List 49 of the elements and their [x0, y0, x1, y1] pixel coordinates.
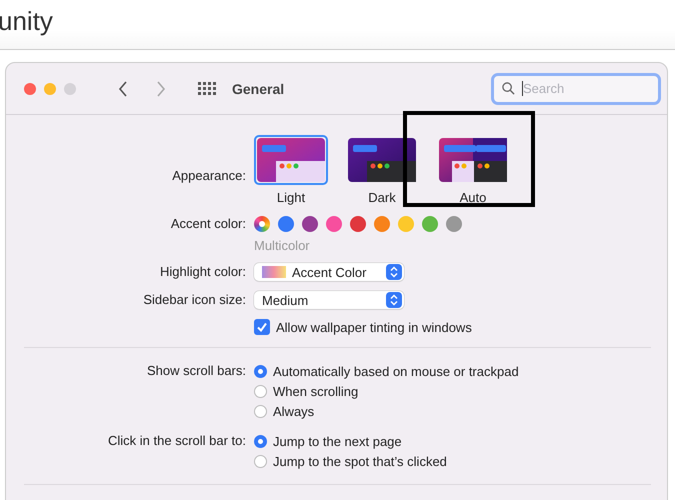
search-icon	[502, 82, 515, 95]
highlight-color-popup[interactable]: Accent Color	[254, 263, 404, 281]
highlight-color-label: Highlight color:	[159, 263, 247, 281]
radio-label: Jump to the next page	[273, 434, 402, 448]
accent-color-label: Accent color:	[170, 215, 247, 233]
stepper-icon	[386, 292, 402, 308]
radio-label: Automatically based on mouse or trackpad	[273, 364, 519, 378]
checkbox[interactable]	[254, 319, 270, 335]
accent-swatch[interactable]	[422, 216, 438, 232]
checkbox-label: Allow wallpaper tinting in windows	[276, 320, 472, 334]
radio-group-label: Show scroll bars:	[146, 362, 247, 380]
accent-swatch[interactable]	[398, 216, 414, 232]
accent-swatch[interactable]	[302, 216, 318, 232]
theme-label: Light	[276, 190, 306, 205]
accent-swatch[interactable]	[278, 216, 294, 232]
accent-swatch[interactable]	[326, 216, 342, 232]
radio-label: Jump to the spot that’s clicked	[273, 454, 447, 468]
radio-label: Always	[273, 404, 314, 418]
popup-value: Accent Color	[292, 264, 366, 280]
theme-label: Auto	[460, 190, 486, 205]
radio-group-label: Click in the scroll bar to:	[107, 432, 247, 450]
window-title: General	[232, 80, 284, 96]
popup-value: Medium	[262, 292, 308, 308]
theme-preview[interactable]	[436, 135, 510, 185]
grid-icon[interactable]	[198, 82, 216, 96]
radio-button[interactable]	[254, 454, 267, 468]
appearance-label: Appearance:	[171, 167, 247, 185]
search-input[interactable]: Search	[523, 81, 633, 96]
radio-button[interactable]	[254, 434, 267, 448]
accent-swatch[interactable]	[374, 216, 390, 232]
page-heading: unity	[0, 6, 53, 37]
sidebar-icon-size-popup[interactable]: Medium	[254, 291, 404, 309]
radio-label: When scrolling	[273, 384, 358, 398]
accent-swatch[interactable]	[446, 216, 462, 232]
stepper-icon	[386, 264, 402, 280]
search-field[interactable]: Search	[491, 72, 661, 104]
close-button[interactable]	[24, 82, 36, 94]
highlight-swatch-icon	[262, 266, 286, 278]
radio-button[interactable]	[254, 404, 267, 418]
radio-button[interactable]	[254, 384, 267, 398]
sidebar-icon-size-label: Sidebar icon size:	[142, 291, 247, 309]
back-icon[interactable]	[118, 80, 128, 96]
accent-swatch[interactable]	[254, 216, 270, 232]
theme-label: Dark	[368, 190, 396, 205]
accent-caption: Multicolor	[254, 238, 311, 253]
accent-swatch[interactable]	[350, 216, 366, 232]
theme-preview[interactable]	[345, 135, 419, 185]
forward-icon[interactable]	[156, 80, 166, 96]
radio-button[interactable]	[254, 364, 267, 378]
